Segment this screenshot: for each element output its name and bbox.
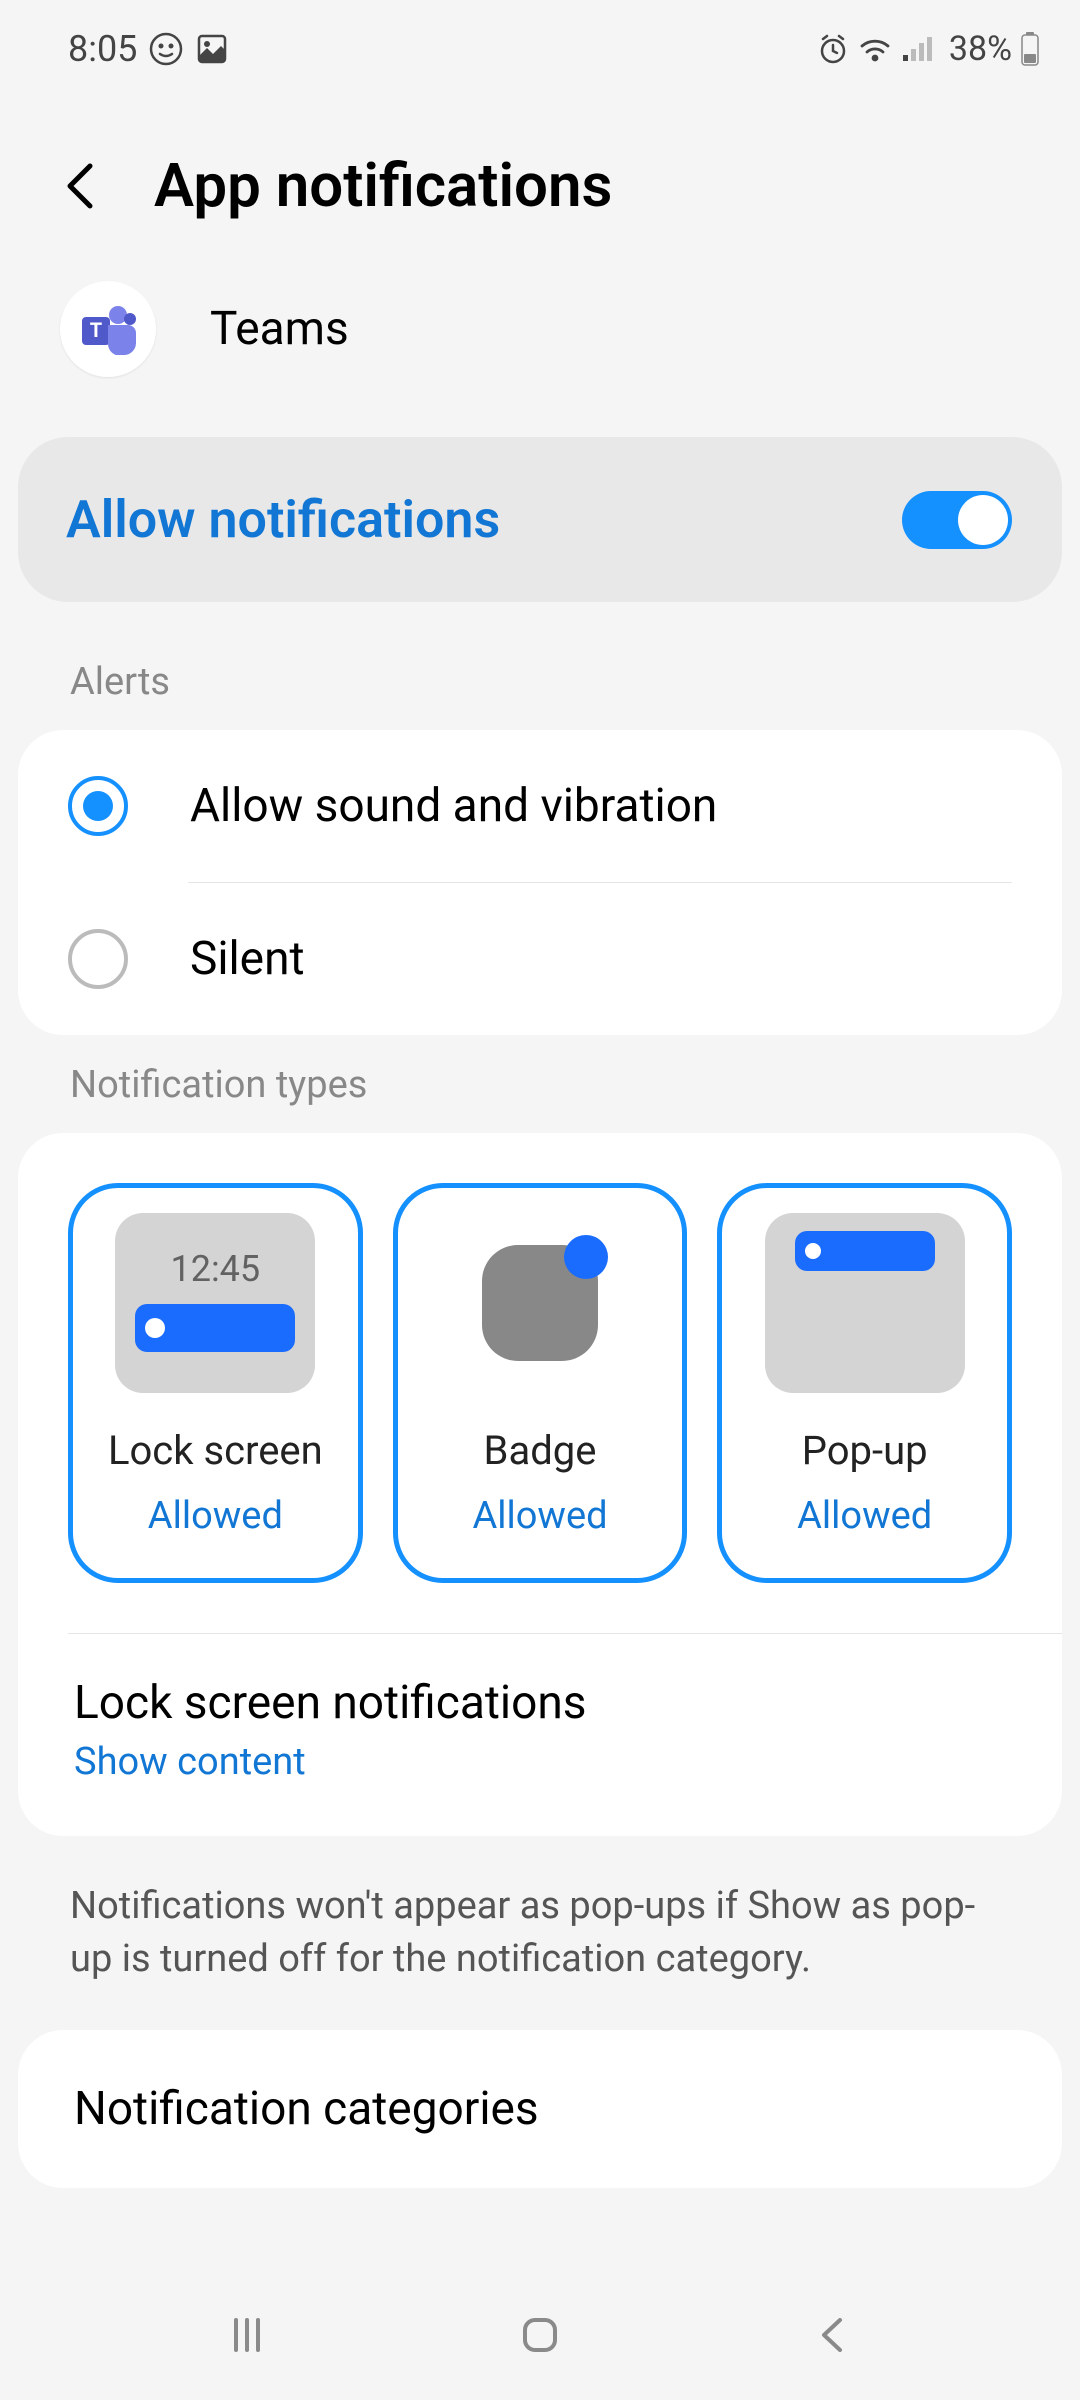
- alert-option-silent[interactable]: Silent: [18, 883, 1062, 1035]
- app-identity-row: T Teams: [0, 261, 1080, 417]
- alerts-card: Allow sound and vibration Silent: [18, 730, 1062, 1035]
- page-header: App notifications: [0, 90, 1080, 261]
- notif-type-title: Pop-up: [802, 1427, 928, 1474]
- status-time: 8:05: [68, 28, 137, 70]
- notif-type-title: Lock screen: [108, 1427, 323, 1474]
- nav-recents-button[interactable]: [222, 2310, 272, 2360]
- back-button[interactable]: [60, 160, 104, 212]
- info-text: Notifications won't appear as pop-ups if…: [0, 1836, 1080, 2030]
- gallery-indicator-icon: [195, 32, 229, 66]
- notif-type-status: Allowed: [797, 1494, 932, 1538]
- battery-percent: 38%: [949, 29, 1012, 69]
- badge-preview-icon: [440, 1213, 640, 1393]
- radio-unselected-icon: [68, 929, 128, 989]
- notification-categories-label: Notification categories: [74, 2082, 1006, 2136]
- allow-notifications-row[interactable]: Allow notifications: [18, 437, 1062, 602]
- status-bar: 8:05 38%: [0, 0, 1080, 90]
- alert-option-label: Allow sound and vibration: [190, 779, 717, 833]
- alarm-icon: [817, 33, 849, 65]
- svg-text:T: T: [90, 318, 102, 342]
- notif-type-title: Badge: [484, 1427, 597, 1474]
- notif-type-status: Allowed: [472, 1494, 607, 1538]
- alert-option-sound-vibration[interactable]: Allow sound and vibration: [18, 730, 1062, 882]
- lock-screen-preview-icon: 12:45: [115, 1213, 315, 1393]
- popup-preview-icon: [765, 1213, 965, 1393]
- preview-time: 12:45: [171, 1248, 261, 1290]
- app-icon: T: [60, 281, 156, 377]
- navigation-bar: [0, 2270, 1080, 2400]
- lock-screen-notifications-subtitle: Show content: [74, 1740, 1006, 1784]
- alert-option-label: Silent: [190, 932, 305, 986]
- notif-type-lock-screen[interactable]: 12:45 Lock screen Allowed: [68, 1183, 363, 1583]
- alerts-section-label: Alerts: [0, 632, 1080, 730]
- app-name: Teams: [210, 302, 349, 356]
- nav-home-button[interactable]: [515, 2310, 565, 2360]
- lock-screen-notifications-row[interactable]: Lock screen notifications Show content: [18, 1634, 1062, 1836]
- wifi-icon: [857, 34, 893, 64]
- allow-notifications-label: Allow notifications: [66, 489, 500, 550]
- page-title: App notifications: [154, 150, 612, 221]
- notification-categories-row[interactable]: Notification categories: [18, 2030, 1062, 2188]
- notif-type-popup[interactable]: Pop-up Allowed: [717, 1183, 1012, 1583]
- app-indicator-icon: [149, 32, 183, 66]
- lock-screen-notifications-title: Lock screen notifications: [74, 1676, 1006, 1730]
- radio-selected-icon: [68, 776, 128, 836]
- notif-type-status: Allowed: [148, 1494, 283, 1538]
- battery-icon: [1020, 32, 1040, 66]
- notif-type-badge[interactable]: Badge Allowed: [393, 1183, 688, 1583]
- notification-types-card: 12:45 Lock screen Allowed Badge Allowed …: [18, 1133, 1062, 1836]
- nav-back-button[interactable]: [808, 2310, 858, 2360]
- notification-types-section-label: Notification types: [0, 1035, 1080, 1133]
- signal-icon: [901, 35, 935, 63]
- allow-notifications-toggle[interactable]: [902, 491, 1012, 549]
